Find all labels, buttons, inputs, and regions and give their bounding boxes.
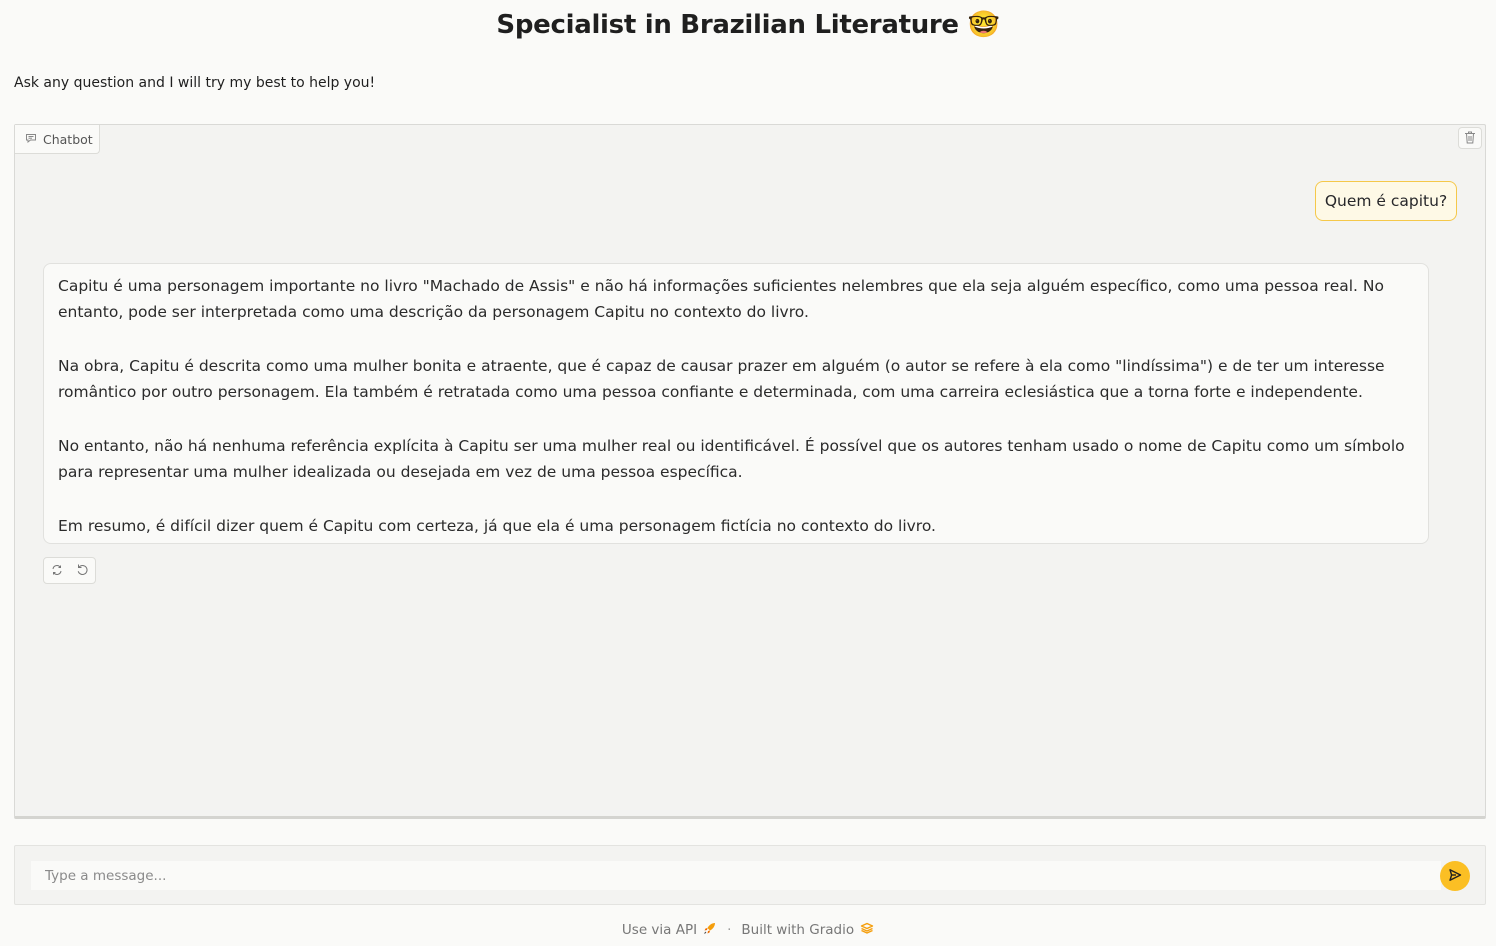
use-via-api-link[interactable]: Use via API (622, 921, 717, 939)
retry-button[interactable] (44, 558, 70, 583)
gradio-logo-icon (860, 922, 874, 938)
send-button[interactable] (1440, 861, 1470, 891)
use-via-api-label: Use via API (621, 922, 698, 938)
chat-bubble-icon (25, 132, 37, 147)
chatbot-label: Chatbot (15, 125, 100, 154)
bot-message-paragraph: Capitu é uma personagem importante no li… (58, 277, 1384, 321)
footer: Use via API · Built with Gradio (0, 921, 1496, 939)
chatbot-label-text: Chatbot (43, 131, 93, 147)
send-icon (1448, 868, 1462, 885)
built-with-gradio-label: Built with Gradio (741, 922, 855, 938)
clear-chat-button[interactable] (1458, 127, 1482, 149)
bot-message: Capitu é uma personagem importante no li… (43, 263, 1429, 544)
message-actions (43, 557, 96, 584)
message-input-panel (14, 845, 1486, 905)
bot-message-paragraph: Em resumo, é difícil dizer quem é Capitu… (58, 517, 936, 535)
page-subtitle: Ask any question and I will try my best … (14, 75, 376, 91)
page-title: Specialist in Brazilian Literature 🤓 (496, 10, 1000, 40)
built-with-gradio-link[interactable]: Built with Gradio (741, 922, 874, 938)
retry-icon (51, 561, 63, 580)
user-message: Quem é capitu? (1315, 181, 1457, 221)
rocket-icon (703, 921, 717, 939)
bot-message-paragraph: No entanto, não há nenhuma referência ex… (58, 437, 1405, 481)
chatbot-panel: Chatbot Quem é capitu? Capitu é uma pers… (14, 124, 1486, 819)
trash-icon (1464, 129, 1476, 148)
bot-message-paragraph: Na obra, Capitu é descrita como uma mulh… (58, 357, 1385, 401)
footer-separator: · (727, 922, 732, 938)
message-input[interactable] (31, 861, 1441, 890)
undo-button[interactable] (70, 558, 96, 583)
undo-icon (76, 561, 89, 580)
